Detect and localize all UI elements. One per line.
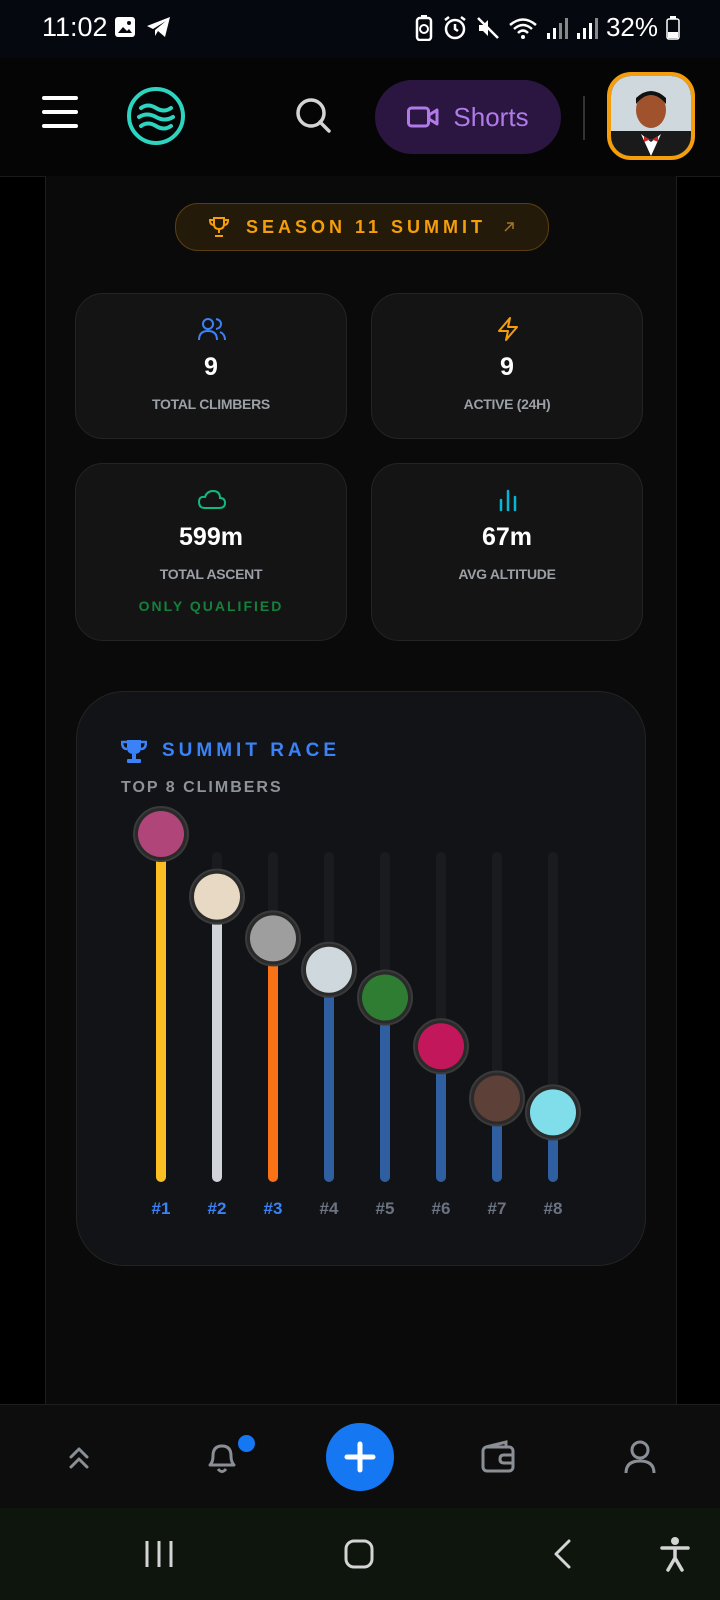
status-bar: 11:02 32% — [0, 0, 720, 58]
gallery-icon — [115, 17, 135, 37]
season-label: SEASON 11 SUMMIT — [245, 216, 487, 237]
rank-label: #1 — [152, 1199, 171, 1218]
mute-icon — [477, 16, 499, 39]
avatar — [611, 76, 691, 156]
climber-avatar[interactable] — [474, 1075, 520, 1122]
bottom-nav — [0, 1404, 720, 1509]
stat-value: 599m — [179, 523, 243, 551]
race-chart: #1 #2 #3 #4 #5 #6 #7 #8 — [133, 806, 581, 1218]
app-logo-icon[interactable] — [126, 86, 186, 146]
climber-avatar[interactable] — [530, 1089, 576, 1136]
system-nav-bar — [0, 1508, 720, 1600]
stat-card-active: 9 ACTIVE (24H) — [371, 293, 643, 439]
season-banner[interactable]: SEASON 11 SUMMIT — [175, 203, 549, 251]
rank-label: #6 — [432, 1199, 451, 1218]
signal-icon — [576, 17, 598, 39]
rank-label: #7 — [488, 1199, 507, 1218]
climber-avatar[interactable] — [194, 873, 240, 920]
video-camera-icon — [407, 106, 439, 128]
telegram-icon — [147, 17, 170, 37]
stat-value: 67m — [481, 523, 533, 551]
shorts-button[interactable]: Shorts — [375, 80, 561, 154]
rank-label: #3 — [264, 1199, 283, 1218]
summit-race-card: SUMMIT RACE TOP 8 CLIMBERS #1 #2 #3 #4 #5 #6 #… — [76, 691, 646, 1266]
stat-value: 9 — [500, 353, 514, 381]
lightning-icon — [498, 317, 518, 341]
alarm-icon — [444, 15, 466, 39]
stat-label: TOTAL CLIMBERS — [152, 396, 270, 412]
race-bar — [156, 834, 166, 1182]
notifications-button[interactable] — [202, 1433, 257, 1481]
plus-icon — [344, 1441, 376, 1473]
signal-icon — [546, 17, 568, 39]
back-icon[interactable] — [551, 1538, 573, 1570]
arrow-up-right-icon — [504, 222, 514, 232]
trophy-icon — [208, 217, 229, 237]
cloud-icon — [198, 490, 226, 509]
chevrons-up-icon[interactable] — [64, 1443, 94, 1473]
stat-card-total-ascent: 599m TOTAL ASCENT ONLY QUALIFIED — [75, 463, 347, 641]
create-button[interactable] — [326, 1423, 394, 1491]
climber-avatar[interactable] — [418, 1023, 464, 1070]
search-icon[interactable] — [294, 96, 334, 136]
stat-label: TOTAL ASCENT — [159, 566, 263, 582]
recent-apps-icon[interactable] — [143, 1539, 175, 1569]
accessibility-icon[interactable] — [659, 1536, 691, 1572]
battery-saver-icon — [415, 14, 433, 41]
race-bar — [212, 896, 222, 1182]
rank-label: #5 — [376, 1199, 395, 1218]
rank-label: #8 — [544, 1199, 563, 1218]
battery-icon — [666, 15, 680, 40]
climber-avatar[interactable] — [138, 811, 184, 857]
wifi-icon — [509, 17, 537, 39]
stat-value: 9 — [204, 353, 218, 381]
race-bar — [268, 938, 278, 1182]
bar-chart-icon — [499, 489, 517, 512]
profile-avatar[interactable] — [607, 72, 695, 160]
stat-card-total-climbers: 9 TOTAL CLIMBERS — [75, 293, 347, 439]
stat-label: AVG ALTITUDE — [458, 566, 556, 582]
battery-percent: 32% — [605, 12, 658, 42]
stat-label: ACTIVE (24H) — [463, 396, 551, 412]
home-icon[interactable] — [343, 1538, 375, 1570]
race-bar — [324, 969, 334, 1182]
climber-avatar[interactable] — [362, 974, 408, 1021]
menu-icon[interactable] — [42, 96, 78, 138]
rank-label: #4 — [320, 1199, 339, 1218]
stat-card-avg-altitude: 67m AVG ALTITUDE — [371, 463, 643, 641]
stat-note: ONLY QUALIFIED — [138, 598, 284, 614]
shorts-label: Shorts — [453, 101, 529, 132]
main-content: SEASON 11 SUMMIT 9 TOTAL CLIMBERS 9 ACTI… — [45, 176, 677, 1404]
rank-label: #2 — [208, 1199, 227, 1218]
app-header: Shorts — [0, 58, 720, 177]
users-icon — [198, 318, 226, 341]
climber-avatar[interactable] — [250, 915, 296, 962]
notification-badge — [236, 1433, 257, 1454]
user-icon[interactable] — [623, 1439, 657, 1475]
wallet-icon[interactable] — [480, 1439, 516, 1475]
climber-avatar[interactable] — [306, 946, 352, 993]
status-time: 11:02 — [42, 12, 108, 42]
